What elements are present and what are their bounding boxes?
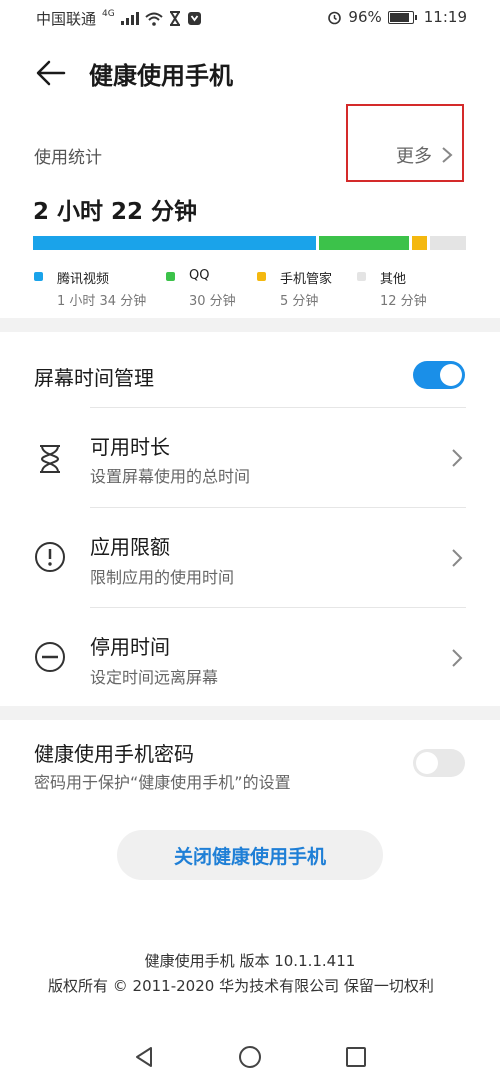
exclamation-circle-icon (35, 542, 65, 572)
shield-status-icon (187, 12, 201, 25)
password-title: 健康使用手机密码 (34, 742, 194, 766)
row-subtitle: 限制应用的使用时间 (90, 568, 235, 587)
chevron-right-icon (452, 549, 463, 567)
minus-circle-icon (35, 642, 65, 672)
row-title: 停用时间 (90, 635, 170, 659)
legend-app-time: 12 分钟 (380, 294, 427, 309)
chevron-right-icon (452, 649, 463, 667)
list-item-available-time[interactable] (0, 408, 500, 508)
usage-bar-segment (411, 236, 427, 250)
total-usage-time: 2 小时 22 分钟 (33, 199, 198, 225)
password-toggle[interactable] (413, 749, 465, 777)
hourglass-status-icon (169, 11, 180, 26)
more-label: 更多 (396, 146, 432, 167)
usage-stats-label: 使用统计 (34, 148, 102, 168)
legend-app-name: 腾讯视频 (57, 272, 110, 287)
usage-bar-segment (33, 236, 316, 250)
row-title: 可用时长 (90, 435, 170, 459)
section-divider (0, 318, 500, 332)
back-arrow-icon[interactable] (34, 56, 68, 90)
battery-icon (387, 10, 417, 24)
section-divider (0, 706, 500, 720)
legend-app-time: 1 小时 34 分钟 (57, 294, 147, 309)
legend-app-name: 手机管家 (280, 272, 333, 287)
legend-color-swatch (34, 272, 43, 281)
nav-back-icon[interactable] (133, 1046, 155, 1068)
legend-app-name: QQ (189, 268, 210, 283)
more-button[interactable]: 更多 (346, 104, 464, 182)
chevron-right-icon (452, 449, 463, 467)
carrier-label: 中国联通 (36, 10, 97, 28)
legend-color-swatch (357, 272, 366, 281)
screen-time-toggle[interactable] (413, 361, 465, 389)
page-title: 健康使用手机 (89, 62, 233, 90)
row-subtitle: 设定时间远离屏幕 (90, 668, 219, 687)
clock-time: 11:19 (423, 8, 467, 26)
legend-app-time: 30 分钟 (189, 294, 236, 309)
nav-home-icon[interactable] (238, 1045, 262, 1069)
battery-percent: 96% (348, 8, 382, 26)
list-item-app-limits[interactable] (0, 508, 500, 608)
screen-time-title: 屏幕时间管理 (34, 366, 154, 390)
usage-bar (33, 236, 466, 250)
legend-color-swatch (257, 272, 266, 281)
password-subtitle: 密码用于保护“健康使用手机”的设置 (34, 773, 291, 792)
network-type: 4G (102, 8, 115, 19)
row-title: 应用限额 (90, 535, 170, 559)
usage-bar-segment (318, 236, 409, 250)
legend-app-time: 5 分钟 (280, 294, 319, 309)
row-subtitle: 设置屏幕使用的总时间 (90, 467, 251, 486)
chevron-right-icon (442, 147, 453, 163)
hourglass-icon (40, 445, 60, 473)
copyright-text: 版权所有 © 2011-2020 华为技术有限公司 保留一切权利 (48, 977, 434, 995)
list-item-downtime[interactable] (0, 608, 500, 708)
close-health-button[interactable]: 关闭健康使用手机 (117, 830, 383, 880)
version-text: 健康使用手机 版本 10.1.1.411 (144, 952, 356, 970)
nav-recent-icon[interactable] (345, 1046, 367, 1068)
status-bar-left: 中国联通 4G (36, 8, 202, 29)
signal-icon (120, 12, 139, 25)
legend-color-swatch (166, 272, 175, 281)
status-bar-right: 96% 11:19 (327, 8, 467, 26)
wifi-icon (145, 12, 163, 26)
usage-bar-segment (429, 236, 466, 250)
legend-app-name: 其他 (380, 272, 407, 287)
alarm-icon (328, 11, 342, 24)
